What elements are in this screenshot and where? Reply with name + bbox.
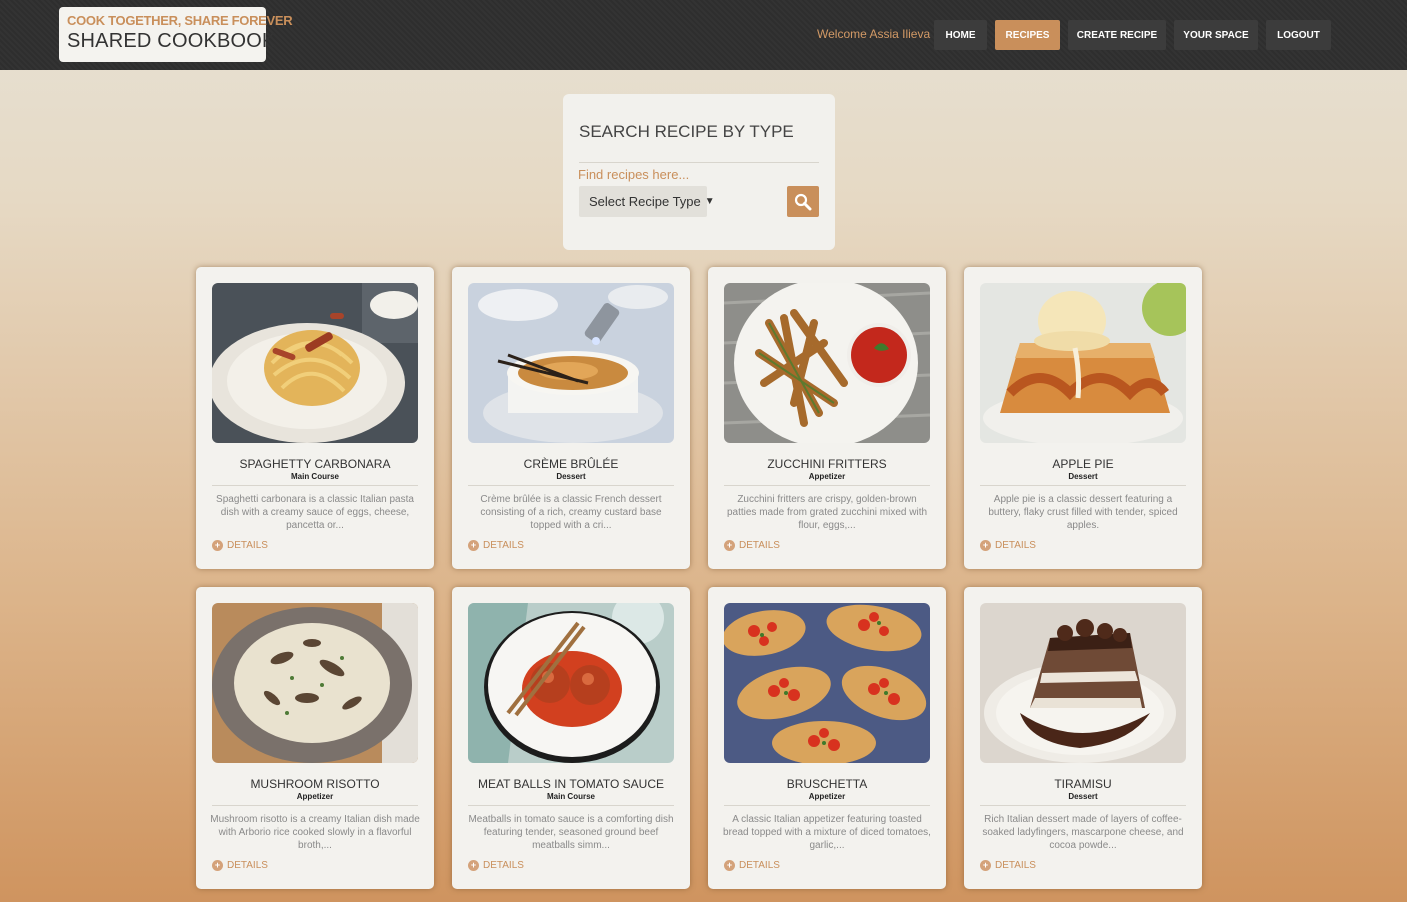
recipe-description: Mushroom risotto is a creamy Italian dis…	[210, 814, 420, 851]
recipe-type: Dessert	[1068, 792, 1098, 801]
recipe-description: Crème brûlée is a classic French dessert…	[480, 494, 662, 531]
divider	[468, 485, 674, 486]
divider	[579, 162, 819, 163]
details-link[interactable]: + DETAILS	[468, 540, 524, 551]
details-label: DETAILS	[483, 860, 524, 871]
details-label: DETAILS	[483, 540, 524, 551]
details-label: DETAILS	[995, 540, 1036, 551]
recipe-type-select[interactable]: Select Recipe Type ▼	[579, 186, 715, 217]
recipe-title: MEAT BALLS IN TOMATO SAUCE	[477, 777, 665, 791]
recipe-image-carbonara	[212, 283, 418, 443]
nav-logout-button[interactable]: LOGOUT	[1266, 20, 1331, 50]
plus-circle-icon: +	[724, 860, 735, 871]
divider	[724, 485, 930, 486]
recipe-title: ZUCCHINI FRITTERS	[767, 457, 887, 471]
details-label: DETAILS	[227, 540, 268, 551]
recipe-card: MUSHROOM RISOTTO Appetizer Mushroom riso…	[196, 587, 434, 889]
divider	[212, 485, 418, 486]
recipe-type: Appetizer	[296, 792, 334, 801]
recipe-card: MEAT BALLS IN TOMATO SAUCE Main Course M…	[452, 587, 690, 889]
divider	[724, 805, 930, 806]
recipe-image-creme-brulee	[468, 283, 674, 443]
recipe-title: MUSHROOM RISOTTO	[250, 777, 380, 791]
search-icon	[794, 193, 812, 210]
recipe-card: TIRAMISU Dessert Rich Italian dessert ma…	[964, 587, 1202, 889]
recipe-card: BRUSCHETTA Appetizer A classic Italian a…	[708, 587, 946, 889]
recipe-type: Main Course	[290, 472, 339, 481]
recipe-description: A classic Italian appetizer featuring to…	[723, 814, 931, 851]
plus-circle-icon: +	[212, 860, 223, 871]
recipe-image-meatballs	[468, 603, 674, 763]
recipe-image-bruschetta	[724, 603, 930, 763]
details-link[interactable]: + DETAILS	[980, 860, 1036, 871]
recipe-description: Spaghetti carbonara is a classic Italian…	[216, 494, 414, 531]
search-button[interactable]	[787, 186, 819, 217]
recipe-type: Appetizer	[808, 472, 846, 481]
recipe-card: CRÈME BRÛLÉE Dessert Crème brûlée is a c…	[452, 267, 690, 569]
details-link[interactable]: + DETAILS	[980, 540, 1036, 551]
recipe-type: Dessert	[556, 472, 586, 481]
logo-tagline: COOK TOGETHER, SHARE FOREVER	[67, 13, 293, 28]
recipe-title: TIRAMISU	[1054, 777, 1112, 791]
recipe-title: APPLE PIE	[1052, 457, 1114, 471]
nav-home-button[interactable]: HOME	[934, 20, 987, 50]
recipe-card: ZUCCHINI FRITTERS Appetizer Zucchini fri…	[708, 267, 946, 569]
details-label: DETAILS	[739, 540, 780, 551]
details-link[interactable]: + DETAILS	[468, 860, 524, 871]
recipe-description: Meatballs in tomato sauce is a comfortin…	[468, 814, 674, 851]
divider	[980, 805, 1186, 806]
details-label: DETAILS	[227, 860, 268, 871]
plus-circle-icon: +	[980, 540, 991, 551]
recipe-title: CRÈME BRÛLÉE	[523, 457, 619, 471]
search-panel: SEARCH RECIPE BY TYPE Select Recipe Type…	[563, 94, 835, 250]
recipe-type: Main Course	[546, 792, 595, 801]
recipe-description: Apple pie is a classic dessert featuring…	[988, 494, 1178, 531]
details-link[interactable]: + DETAILS	[724, 540, 780, 551]
divider	[980, 485, 1186, 486]
plus-circle-icon: +	[468, 540, 479, 551]
recipe-type-select-value: Select Recipe Type	[589, 194, 701, 209]
nav-create-recipe-button[interactable]: CREATE RECIPE	[1068, 20, 1166, 50]
site-logo[interactable]: COOK TOGETHER, SHARE FOREVER SHARED COOK…	[59, 7, 293, 62]
recipe-card: SPAGHETTY CARBONARA Main Course Spaghett…	[196, 267, 434, 569]
recipe-image-apple-pie	[980, 283, 1186, 443]
nav-your-space-button[interactable]: YOUR SPACE	[1174, 20, 1258, 50]
details-link[interactable]: + DETAILS	[212, 860, 268, 871]
plus-circle-icon: +	[212, 540, 223, 551]
search-title: SEARCH RECIPE BY TYPE	[579, 122, 794, 141]
recipe-type: Dessert	[1068, 472, 1098, 481]
welcome-text: Welcome Assia Ilieva	[817, 27, 931, 41]
recipe-title: SPAGHETTY CARBONARA	[239, 457, 391, 471]
divider	[468, 805, 674, 806]
plus-circle-icon: +	[980, 860, 991, 871]
plus-circle-icon: +	[468, 860, 479, 871]
recipe-type: Appetizer	[808, 792, 846, 801]
divider	[212, 805, 418, 806]
plus-circle-icon: +	[724, 540, 735, 551]
recipe-description: Zucchini fritters are crispy, golden-bro…	[726, 494, 928, 531]
recipe-description: Rich Italian dessert made of layers of c…	[982, 814, 1184, 851]
recipe-title: BRUSCHETTA	[786, 777, 868, 791]
recipe-image-zucchini-fritters	[724, 283, 930, 443]
logo-name: SHARED COOKBOOK	[67, 30, 276, 52]
recipe-card: APPLE PIE Dessert Apple pie is a classic…	[964, 267, 1202, 569]
details-link[interactable]: + DETAILS	[724, 860, 780, 871]
details-label: DETAILS	[739, 860, 780, 871]
top-bar: COOK TOGETHER, SHARE FOREVER SHARED COOK…	[0, 0, 1407, 70]
recipe-image-tiramisu	[980, 603, 1186, 763]
details-label: DETAILS	[995, 860, 1036, 871]
search-input[interactable]	[578, 165, 778, 183]
nav-recipes-button[interactable]: RECIPES	[995, 20, 1060, 50]
details-link[interactable]: + DETAILS	[212, 540, 268, 551]
chevron-down-icon: ▼	[704, 196, 715, 207]
recipe-image-mushroom-risotto	[212, 603, 418, 763]
